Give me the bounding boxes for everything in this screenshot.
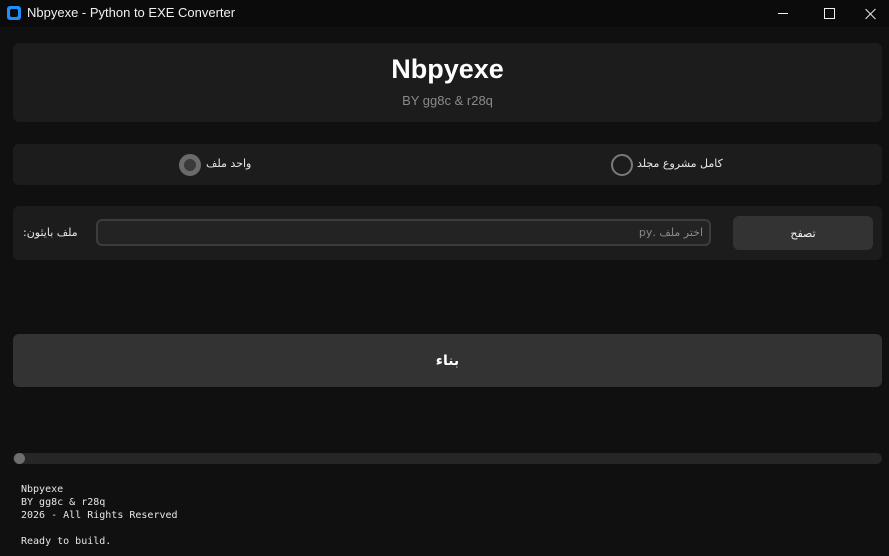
- radio-folder-project[interactable]: [611, 154, 633, 176]
- app-subtitle: BY gg8c & r28q: [402, 93, 493, 108]
- close-button[interactable]: [848, 0, 889, 27]
- minimize-icon: [778, 13, 788, 14]
- browse-button[interactable]: تصفح: [733, 216, 873, 250]
- build-button[interactable]: بناء: [13, 334, 882, 387]
- maximize-icon: [823, 8, 835, 19]
- python-file-label: :ملف بايثون: [23, 226, 78, 239]
- footer-copyright: 2026 - All Rights Reserved: [21, 510, 178, 521]
- window-title: Nbpyexe - Python to EXE Converter: [27, 5, 236, 20]
- app-title: Nbpyexe: [391, 54, 504, 84]
- close-icon: [865, 8, 877, 20]
- radio-single-file[interactable]: [179, 154, 201, 176]
- python-file-input[interactable]: [96, 219, 711, 246]
- app-icon: [7, 6, 21, 20]
- maximize-button[interactable]: [806, 0, 852, 27]
- mode-selector: واحد ملف كامل مشروع مجلد: [13, 144, 882, 185]
- footer-app-name: Nbpyexe: [21, 484, 64, 495]
- title-bar[interactable]: Nbpyexe - Python to EXE Converter: [0, 0, 889, 27]
- file-panel: :ملف بايثون تصفح: [13, 206, 882, 260]
- status-text: Ready to build.: [21, 536, 112, 547]
- footer-credits: BY gg8c & r28q: [21, 497, 106, 508]
- progress-knob: [14, 453, 25, 464]
- header-panel: Nbpyexe BY gg8c & r28q: [13, 43, 882, 122]
- radio-single-file-label[interactable]: واحد ملف: [206, 157, 251, 170]
- radio-folder-project-label[interactable]: كامل مشروع مجلد: [637, 157, 723, 170]
- progress-bar: [13, 453, 882, 464]
- minimize-button[interactable]: [760, 0, 806, 27]
- app-window: Nbpyexe - Python to EXE Converter Nbpyex…: [0, 0, 889, 556]
